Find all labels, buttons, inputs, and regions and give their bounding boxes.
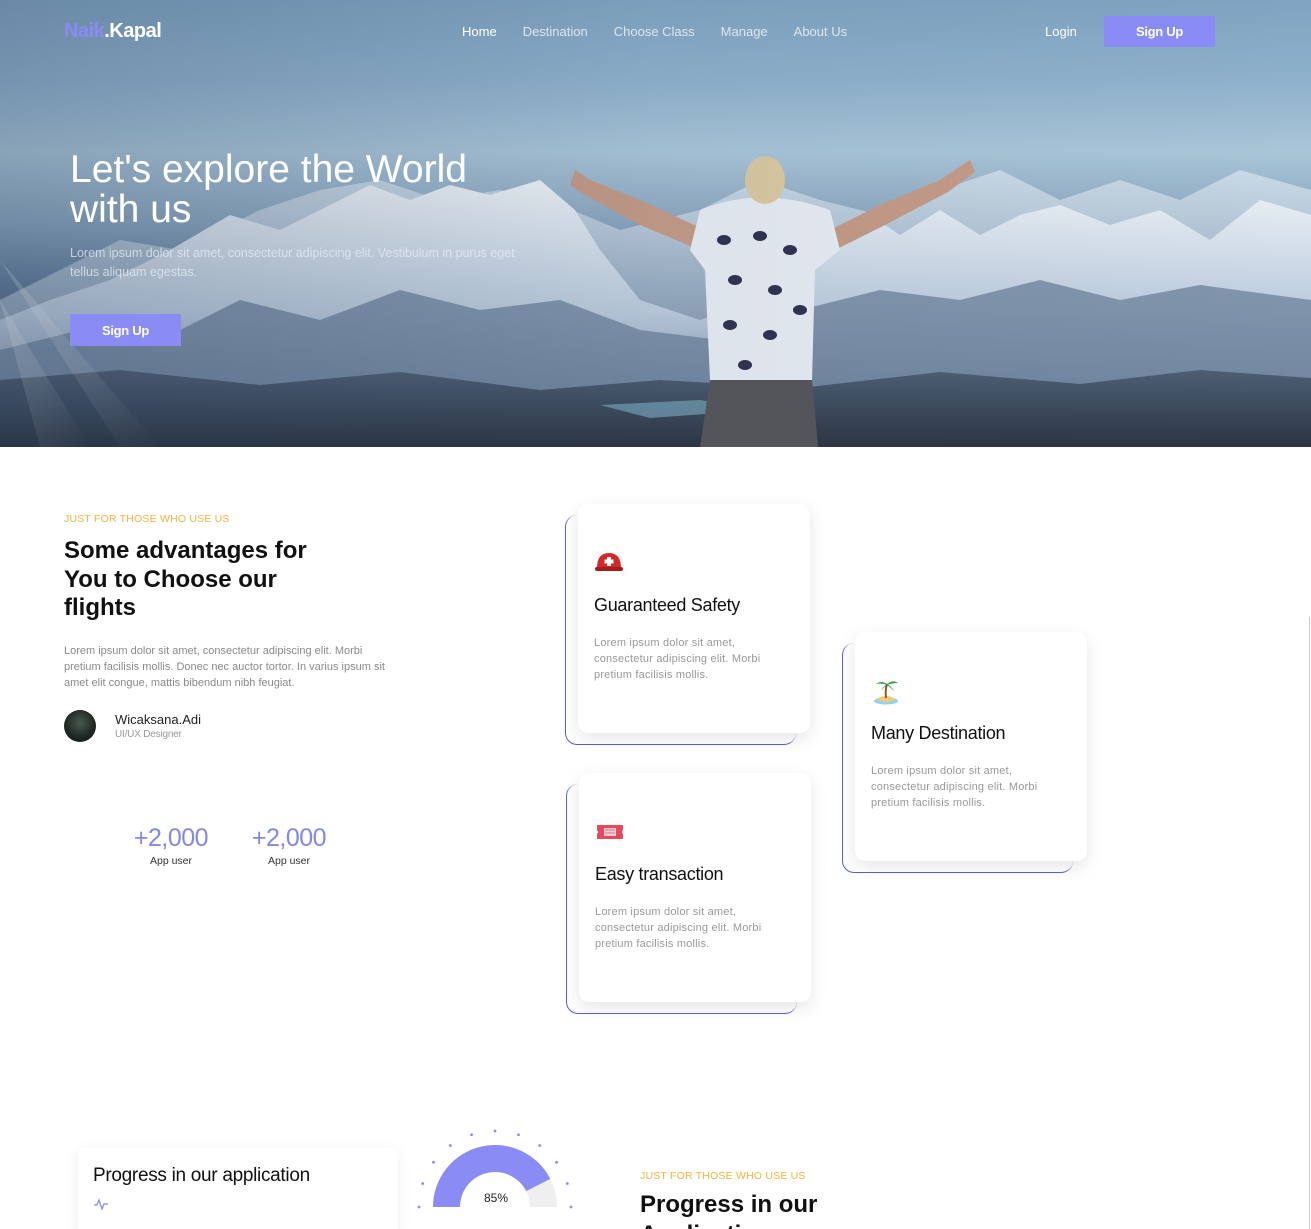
- helmet-icon: [595, 553, 623, 571]
- island-icon: [874, 681, 898, 705]
- brand-logo-part1: Naik: [64, 20, 105, 42]
- brand-logo-part2: .Kapal: [104, 20, 162, 42]
- advantages-title: Some advantages for You to Choose our fl…: [64, 537, 307, 621]
- progress-card-title: Progress in our application: [93, 1165, 310, 1186]
- card-title: Guaranteed Safety: [594, 595, 741, 615]
- feature-card-destination[interactable]: Many Destination Lorem ipsum dolor sit a…: [855, 632, 1087, 861]
- card-text: Lorem ipsum dolor sit amet, consectetur …: [595, 906, 762, 950]
- stat-app-user-2: +2,000 App user: [239, 824, 339, 867]
- hero-subtitle: Lorem ipsum dolor sit amet, consectetur …: [70, 246, 515, 279]
- signup-button-nav[interactable]: Sign Up: [1104, 16, 1215, 47]
- card-text: Lorem ipsum dolor sit amet, consectetur …: [594, 637, 761, 681]
- author-name: Wicaksana.Adi: [115, 712, 201, 727]
- card-title: Many Destination: [871, 723, 1006, 743]
- stat-value: +2,000: [133, 824, 209, 852]
- progress-gauge: [417, 1129, 573, 1209]
- nav-links: Home Destination Choose Class Manage Abo…: [462, 24, 847, 39]
- author-avatar: [64, 710, 96, 742]
- scrollbar-track[interactable]: [1309, 617, 1310, 1229]
- card-text: Lorem ipsum dolor sit amet, consectetur …: [871, 765, 1038, 809]
- stat-label: App user: [149, 855, 193, 867]
- gauge-dot: [555, 1160, 558, 1164]
- progress-card: Progress in our application: [78, 1148, 398, 1229]
- top-navbar: Naik.Kapal Home Destination Choose Class…: [0, 0, 1311, 64]
- gauge-value: 85%: [483, 1191, 509, 1205]
- ticket-icon: [597, 825, 623, 839]
- gauge-dot: [493, 1129, 497, 1133]
- gauge-dot: [538, 1144, 542, 1147]
- gauge-dot: [448, 1144, 452, 1147]
- advantages-text: Lorem ipsum dolor sit amet, consectetur …: [64, 645, 385, 689]
- nav-link-manage[interactable]: Manage: [721, 24, 768, 39]
- gauge-dot: [569, 1205, 573, 1209]
- gauge-dot: [432, 1160, 435, 1164]
- gauge-dot: [565, 1182, 569, 1185]
- activity-icon: [94, 1198, 108, 1210]
- card-title: Easy transaction: [595, 864, 724, 884]
- advantages-eyebrow: JUST FOR THOSE WHO USE US: [64, 513, 230, 525]
- nav-link-choose-class[interactable]: Choose Class: [614, 24, 695, 39]
- nav-link-destination[interactable]: Destination: [523, 24, 588, 39]
- brand-logo[interactable]: Naik.Kapal: [64, 20, 162, 43]
- progress-title: Progress in our Application: [640, 1191, 818, 1229]
- hero-banner: Naik.Kapal Home Destination Choose Class…: [0, 0, 1311, 447]
- stat-label: App user: [267, 855, 311, 867]
- feature-card-safety[interactable]: Guaranteed Safety Lorem ipsum dolor sit …: [578, 504, 810, 733]
- stat-app-user-1: +2,000 App user: [121, 824, 221, 867]
- gauge-dot: [517, 1133, 520, 1137]
- gauge-dot: [470, 1133, 473, 1137]
- stat-value: +2,000: [251, 824, 327, 852]
- feature-card-transaction[interactable]: Easy transaction Lorem ipsum dolor sit a…: [579, 773, 811, 1002]
- hero-title: Let's explore the World with us: [70, 148, 467, 231]
- signup-button-hero[interactable]: Sign Up: [70, 314, 181, 346]
- nav-link-home[interactable]: Home: [462, 24, 497, 39]
- nav-link-about-us[interactable]: About Us: [794, 24, 847, 39]
- author-role: UI/UX Designer: [115, 729, 182, 740]
- login-link[interactable]: Login: [1045, 24, 1077, 39]
- progress-eyebrow: JUST FOR THOSE WHO USE US: [640, 1170, 806, 1182]
- gauge-dot: [421, 1182, 425, 1185]
- gauge-dot: [417, 1205, 421, 1209]
